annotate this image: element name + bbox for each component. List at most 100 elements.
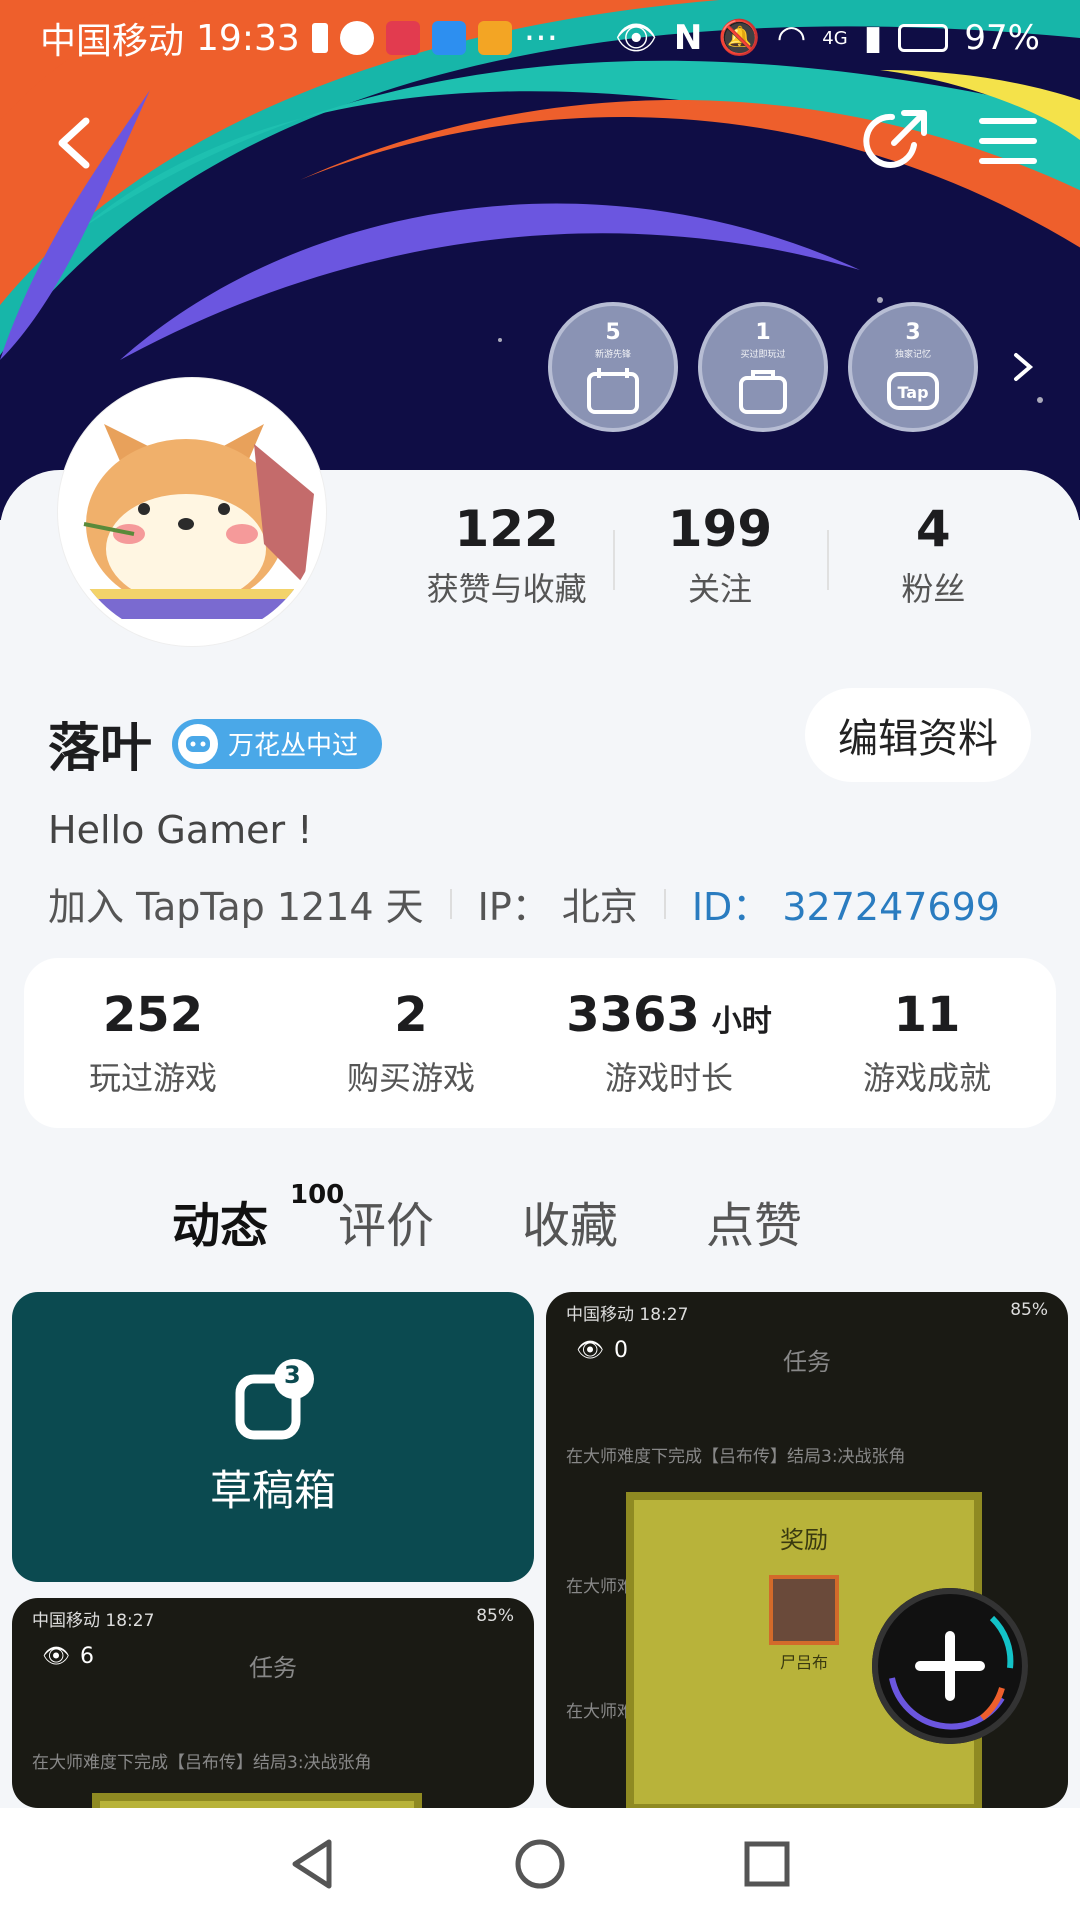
chevron-right-icon[interactable]: [1008, 347, 1038, 387]
fans-label: 粉丝: [901, 570, 966, 608]
reward-item-frame: [769, 1575, 839, 1645]
wechat-icon: [339, 21, 374, 55]
tab-count: 100: [290, 1180, 345, 1210]
following-stat[interactable]: 199 关注: [613, 500, 826, 610]
purchased-games-stat[interactable]: 2 购买游戏: [282, 987, 540, 1099]
tap-logo-icon: Tap: [887, 372, 939, 410]
stat-unit: 小时: [711, 1004, 772, 1039]
system-nav-bar: [0, 1808, 1080, 1920]
edit-profile-button[interactable]: 编辑资料: [805, 688, 1031, 782]
ip-location: IP： 北京: [477, 885, 638, 929]
eye-comfort-icon: 👁: [614, 18, 658, 58]
post-carrier: 中国移动 18:27: [32, 1611, 155, 1631]
carrier-label: 中国移动: [40, 21, 185, 62]
badge-row[interactable]: 5 新游先锋 1 买过即玩过 3 独家记忆 Tap: [548, 302, 1038, 432]
share-icon[interactable]: [862, 105, 932, 175]
post-game-title: 任务: [783, 1348, 831, 1376]
following-label: 关注: [687, 570, 752, 608]
badge-count: 5: [605, 320, 621, 345]
nfc-icon: N: [673, 18, 703, 58]
user-id[interactable]: ID： 327247699: [692, 876, 1000, 931]
mute-icon: 🔕: [718, 18, 761, 58]
cloud-icon: [431, 21, 466, 55]
video-app-icon: [477, 21, 512, 55]
nav-home-icon[interactable]: [510, 1834, 570, 1894]
stat-value: 2: [394, 987, 428, 1043]
post-status-bar: 中国移动 18:27 85%: [546, 1292, 1068, 1330]
bio-text: Hello Gamer !: [48, 808, 313, 852]
draft-icon: 3: [228, 1357, 318, 1447]
likes-count: 122: [454, 500, 559, 558]
stat-label: 玩过游戏: [88, 1059, 217, 1097]
username: 落叶: [48, 719, 153, 779]
badge-count: 1: [755, 320, 771, 345]
achievements-stat[interactable]: 11 游戏成就: [798, 987, 1056, 1099]
shiba-avatar-illustration: [64, 384, 320, 640]
played-games-stat[interactable]: 252 玩过游戏: [24, 987, 282, 1099]
post-battery: 85%: [476, 1606, 514, 1626]
battery-percent: 97%: [964, 18, 1040, 58]
fans-stat[interactable]: 4 粉丝: [826, 500, 1040, 610]
clock-label: 19:33: [196, 17, 300, 59]
title-tag-label: 万花丛中过: [228, 731, 359, 761]
stat-label: 购买游戏: [346, 1059, 475, 1097]
svg-text:Tap: Tap: [897, 383, 928, 402]
shopping-bag-gamepad-icon: [739, 370, 787, 414]
meta-divider: [663, 888, 666, 919]
gamepad-icon: [178, 723, 219, 764]
profile-meta: 加入 TapTap 1214 天 IP： 北京 ID： 327247699: [48, 876, 1000, 931]
draft-label: 草稿箱: [209, 1465, 336, 1515]
avatar[interactable]: [58, 378, 326, 646]
badge-bought-played[interactable]: 1 买过即玩过: [698, 302, 828, 432]
post-carrier: 中国移动 18:27: [566, 1305, 689, 1325]
tab-moments[interactable]: 动态 100: [172, 1180, 344, 1256]
wifi-icon: ◠: [776, 18, 807, 58]
battery-icon: [898, 24, 949, 52]
reward-panel: [92, 1793, 422, 1808]
post-game-line: 在大师难度下完成【吕布传】结局3:决战张角: [32, 1753, 372, 1773]
draft-box[interactable]: 3 草稿箱: [12, 1292, 534, 1582]
stat-value: 252: [102, 987, 204, 1043]
stat-value: 3363: [566, 987, 700, 1043]
name-row: 落叶 万花丛中过: [48, 706, 383, 781]
stat-label: 游戏时长: [604, 1059, 733, 1097]
app-notification-icon: [385, 21, 420, 55]
tab-favorites[interactable]: 收藏: [522, 1186, 618, 1256]
post-card[interactable]: 中国移动 18:27 85% 👁 6 任务 在大师难度下完成【吕布传】结局3:决战张…: [12, 1598, 534, 1808]
draft-count: 3: [284, 1360, 301, 1389]
post-game-title: 任务: [249, 1654, 297, 1682]
following-count: 199: [667, 500, 773, 558]
play-time-stat[interactable]: 3363 小时 游戏时长: [540, 987, 798, 1099]
menu-icon[interactable]: [978, 111, 1038, 171]
badge-label: 买过即玩过: [740, 350, 786, 360]
likes-stat[interactable]: 122 获赞与收藏: [400, 500, 613, 610]
badge-label: 新游先锋: [594, 350, 631, 360]
badge-count: 3: [905, 320, 921, 345]
network-type: 4G: [822, 27, 848, 49]
tab-label: 动态: [172, 1198, 269, 1254]
top-bar: [0, 105, 1080, 185]
nav-back-icon[interactable]: [283, 1834, 343, 1894]
fans-count: 4: [915, 500, 951, 558]
badge-new-game-pioneer[interactable]: 5 新游先锋: [548, 302, 678, 432]
badge-label: 独家记忆: [894, 350, 931, 360]
post-status-bar: 中国移动 18:27 85%: [12, 1598, 534, 1636]
nav-recents-icon[interactable]: [737, 1834, 797, 1894]
post-battery: 85%: [1010, 1300, 1048, 1320]
title-tag[interactable]: 万花丛中过: [172, 718, 383, 769]
social-stats: 122 获赞与收藏 199 关注 4 粉丝: [400, 500, 1040, 610]
tab-reviews[interactable]: 评价: [338, 1186, 434, 1256]
badge-exclusive-memory[interactable]: 3 独家记忆 Tap: [848, 302, 978, 432]
post-game-line: 在大师难度下完成【吕布传】结局3:决战张角: [566, 1447, 906, 1467]
status-bar: 中国移动 19:33 ··· 👁 N 🔕 ◠ 4G ▮ 97%: [0, 0, 1080, 76]
stat-label: 游戏成就: [862, 1059, 991, 1097]
signal-icon: ▮: [863, 18, 883, 58]
meta-divider: [449, 888, 452, 919]
back-arrow-icon[interactable]: [50, 113, 110, 173]
stat-value: 11: [893, 987, 961, 1043]
battery-saver-icon: [311, 23, 328, 53]
post-game-line-short: 在大师难: [566, 1577, 634, 1597]
create-post-button[interactable]: [872, 1588, 1028, 1744]
likes-label: 获赞与收藏: [426, 570, 587, 608]
tab-likes[interactable]: 点赞: [706, 1186, 802, 1256]
